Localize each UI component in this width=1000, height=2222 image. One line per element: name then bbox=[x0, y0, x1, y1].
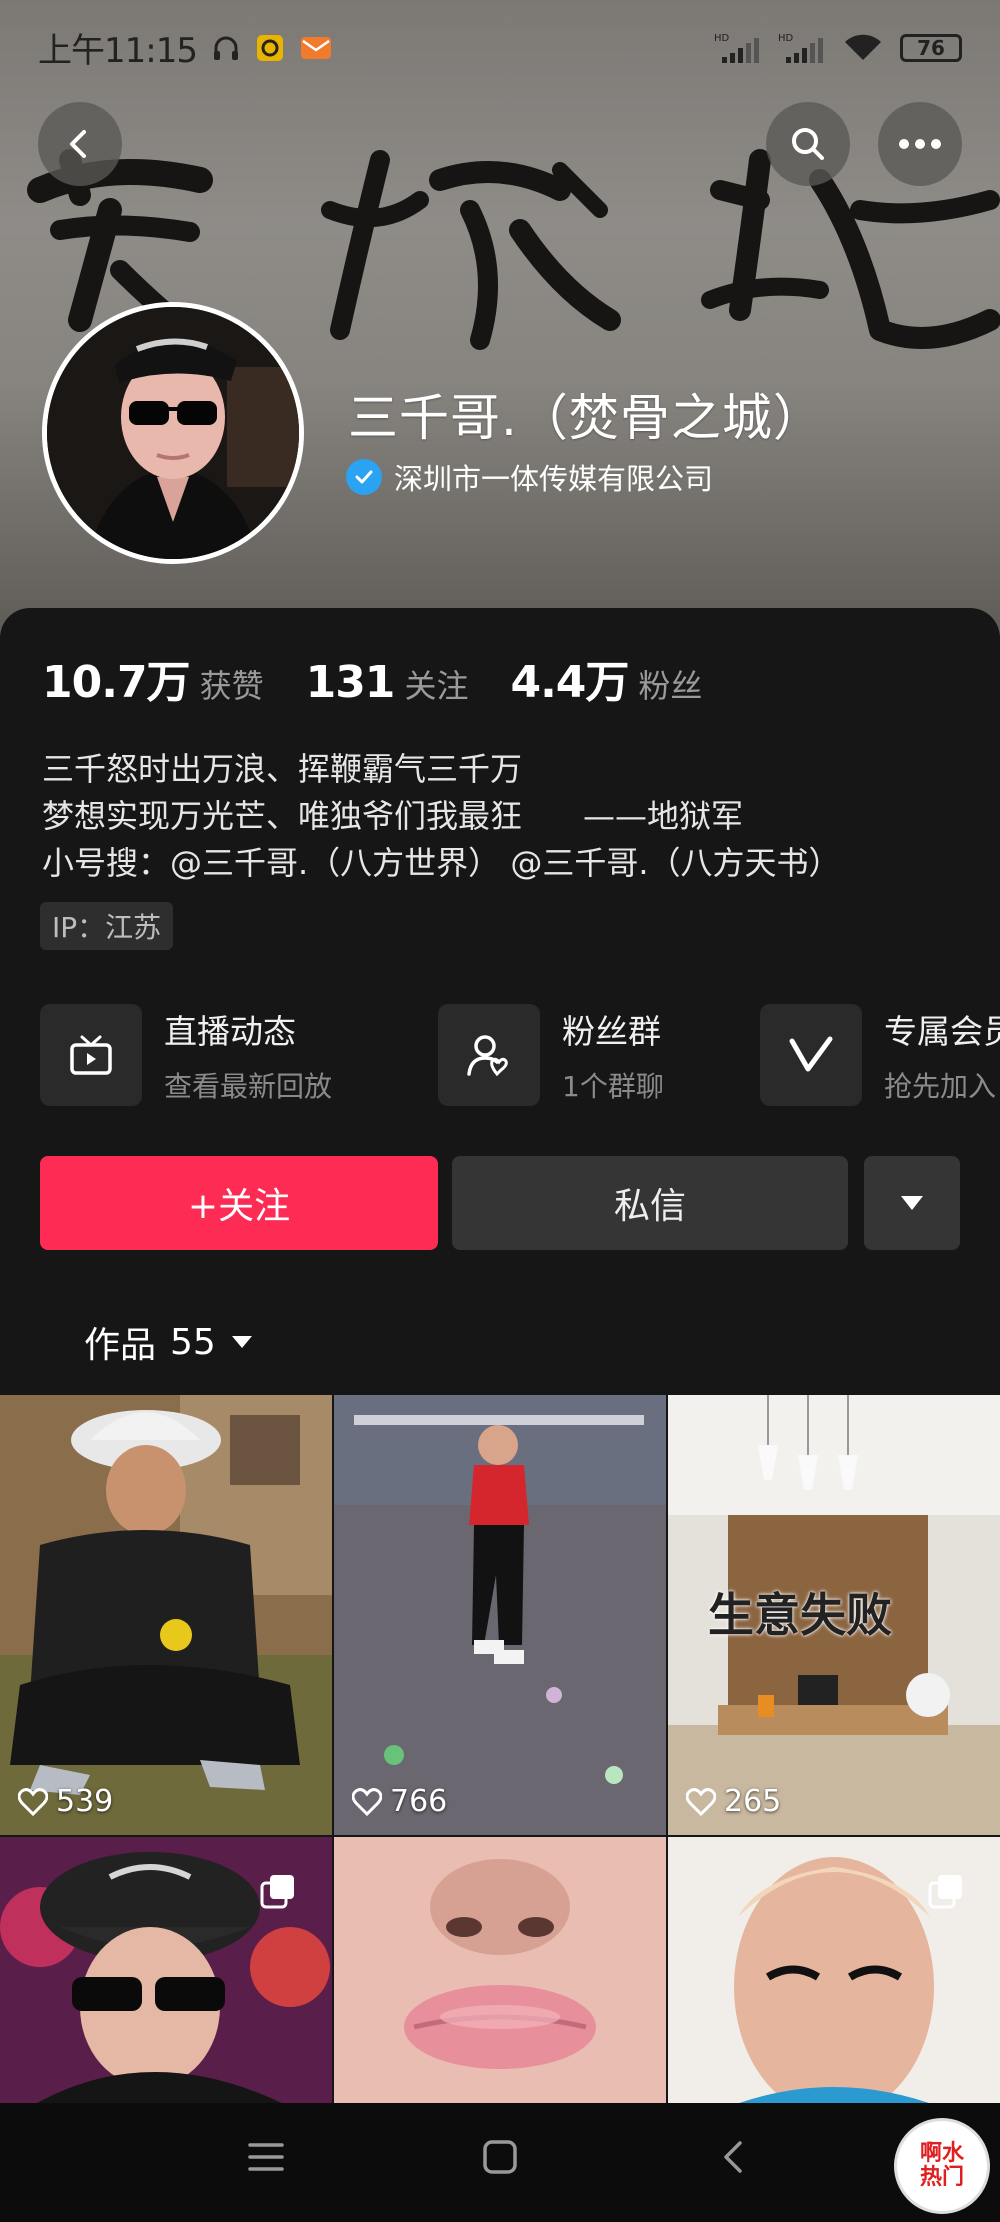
more-options-button[interactable] bbox=[878, 102, 962, 186]
bio-line-2: 梦想实现万光芒、唯独爷们我最狂 ——地狱军 bbox=[42, 797, 744, 835]
membership-v-icon bbox=[760, 1004, 862, 1106]
signal-hd-icon-2: HD bbox=[778, 31, 826, 65]
works-count: 55 bbox=[170, 1321, 216, 1363]
home-square-icon bbox=[483, 2140, 517, 2174]
avatar-image bbox=[47, 307, 299, 559]
watermark-logo: 啊水 热门 bbox=[894, 2118, 990, 2214]
like-count-text: 265 bbox=[724, 1784, 782, 1819]
back-chevron-icon bbox=[724, 2141, 742, 2173]
video-grid: 539 766 生意失败 265 bbox=[0, 1395, 1000, 2107]
video-tile[interactable] bbox=[0, 1837, 332, 2107]
like-count-text: 766 bbox=[390, 1784, 448, 1819]
verification-row: 深圳市一体传媒有限公司 bbox=[346, 456, 713, 498]
profile-avatar[interactable] bbox=[42, 302, 304, 564]
following-label[interactable]: 关注 bbox=[404, 661, 468, 707]
profile-page: 上午11:15 HD HD 76 三千哥.（焚骨之城） 深圳市一体传媒有限公司 … bbox=[0, 0, 1000, 2222]
search-button[interactable] bbox=[766, 102, 850, 186]
battery-indicator: 76 bbox=[900, 33, 962, 62]
status-time: 上午11:15 bbox=[38, 31, 198, 71]
headphones-icon bbox=[211, 33, 241, 63]
video-tile[interactable] bbox=[668, 1837, 1000, 2107]
bio-line-1: 三千怒时出万浪、挥鞭霸气三千万 bbox=[42, 750, 523, 788]
multi-image-icon bbox=[260, 1875, 294, 1909]
likes-count: 10.7万 bbox=[42, 657, 191, 708]
heart-icon bbox=[686, 1787, 716, 1816]
feature-member-title: 专属会员 bbox=[884, 1012, 1000, 1051]
video-overlay-text: 生意失败 bbox=[708, 1588, 892, 1642]
watermark-line-1: 啊水 bbox=[919, 2141, 964, 2166]
back-arrow-icon bbox=[70, 130, 86, 158]
watermark-line-2: 热门 bbox=[919, 2165, 964, 2190]
video-tile[interactable]: 生意失败 265 bbox=[668, 1395, 1000, 1835]
signal-hd-icon: HD bbox=[714, 31, 762, 65]
feature-membership[interactable]: 专属会员 抢先加入 bbox=[760, 1004, 1000, 1106]
verified-badge-icon bbox=[346, 459, 382, 495]
app-notification-icon bbox=[255, 33, 285, 63]
like-count: 265 bbox=[686, 1784, 781, 1819]
feature-live-title: 直播动态 bbox=[164, 1012, 296, 1051]
caret-down-icon bbox=[231, 1336, 252, 1348]
heart-icon bbox=[352, 1787, 382, 1816]
bio-line-3[interactable]: 小号搜：@三千哥.（八方世界） @三千哥.（八方天书） bbox=[42, 840, 841, 887]
video-tile[interactable]: 539 bbox=[0, 1395, 332, 1835]
verification-text: 深圳市一体传媒有限公司 bbox=[394, 462, 714, 496]
works-tab-label: 作品 bbox=[84, 1325, 157, 1366]
search-icon bbox=[792, 128, 824, 160]
profile-name: 三千哥.（焚骨之城） bbox=[348, 389, 824, 447]
followers-label[interactable]: 粉丝 bbox=[638, 661, 702, 707]
feature-member-subtitle: 抢先加入 bbox=[884, 1070, 997, 1103]
following-count[interactable]: 131 bbox=[306, 657, 396, 708]
followers-count[interactable]: 4.4万 bbox=[510, 646, 629, 710]
like-count: 766 bbox=[352, 1784, 447, 1819]
like-count-text: 539 bbox=[56, 1784, 114, 1819]
status-bar: 上午11:15 HD HD 76 bbox=[0, 0, 1000, 95]
tv-icon bbox=[40, 1004, 142, 1106]
feature-fan-title: 粉丝群 bbox=[562, 1012, 661, 1051]
video-thumbnail bbox=[334, 1395, 666, 1835]
back-nav-button[interactable] bbox=[714, 2137, 754, 2181]
svg-text:HD: HD bbox=[778, 33, 794, 44]
profile-bio: 三千怒时出万浪、挥鞭霸气三千万 梦想实现万光芒、唯独爷们我最狂 ——地狱军 小号… bbox=[42, 746, 841, 887]
svg-text:HD: HD bbox=[714, 33, 730, 44]
video-tile[interactable] bbox=[334, 1837, 666, 2107]
more-dots-icon bbox=[899, 139, 941, 149]
more-actions-dropdown[interactable] bbox=[864, 1156, 960, 1250]
likes-label: 获赞 bbox=[199, 667, 264, 705]
video-thumbnail bbox=[334, 1837, 666, 2107]
feature-live-replays[interactable]: 直播动态 查看最新回放 bbox=[40, 1004, 332, 1106]
like-count: 539 bbox=[18, 1784, 113, 1819]
feature-live-subtitle: 查看最新回放 bbox=[164, 1070, 333, 1103]
video-thumbnail bbox=[0, 1395, 332, 1835]
wifi-icon bbox=[842, 32, 884, 64]
triangle-down-icon bbox=[901, 1196, 923, 1210]
stats-row: 10.7万 获赞 131 关注 4.4万 粉丝 bbox=[42, 646, 744, 710]
tab-works[interactable]: 作品 55 bbox=[84, 1316, 254, 1368]
message-button[interactable]: 私信 bbox=[452, 1156, 848, 1250]
menu-nav-button[interactable] bbox=[246, 2137, 286, 2181]
home-nav-button[interactable] bbox=[480, 2137, 520, 2181]
heart-icon bbox=[18, 1787, 48, 1816]
hamburger-icon bbox=[248, 2143, 284, 2171]
feature-fan-group[interactable]: 粉丝群 1个群聊 bbox=[438, 1004, 664, 1106]
system-nav-bar bbox=[0, 2103, 1000, 2222]
video-tile[interactable]: 766 bbox=[334, 1395, 666, 1835]
back-button[interactable] bbox=[38, 102, 122, 186]
follow-button[interactable]: +关注 bbox=[40, 1156, 438, 1250]
mail-notification-icon bbox=[299, 33, 333, 63]
ip-location-tag: IP：江苏 bbox=[40, 902, 174, 950]
multi-image-icon bbox=[928, 1875, 962, 1909]
fan-group-icon bbox=[438, 1004, 540, 1106]
feature-fan-subtitle: 1个群聊 bbox=[562, 1070, 664, 1103]
